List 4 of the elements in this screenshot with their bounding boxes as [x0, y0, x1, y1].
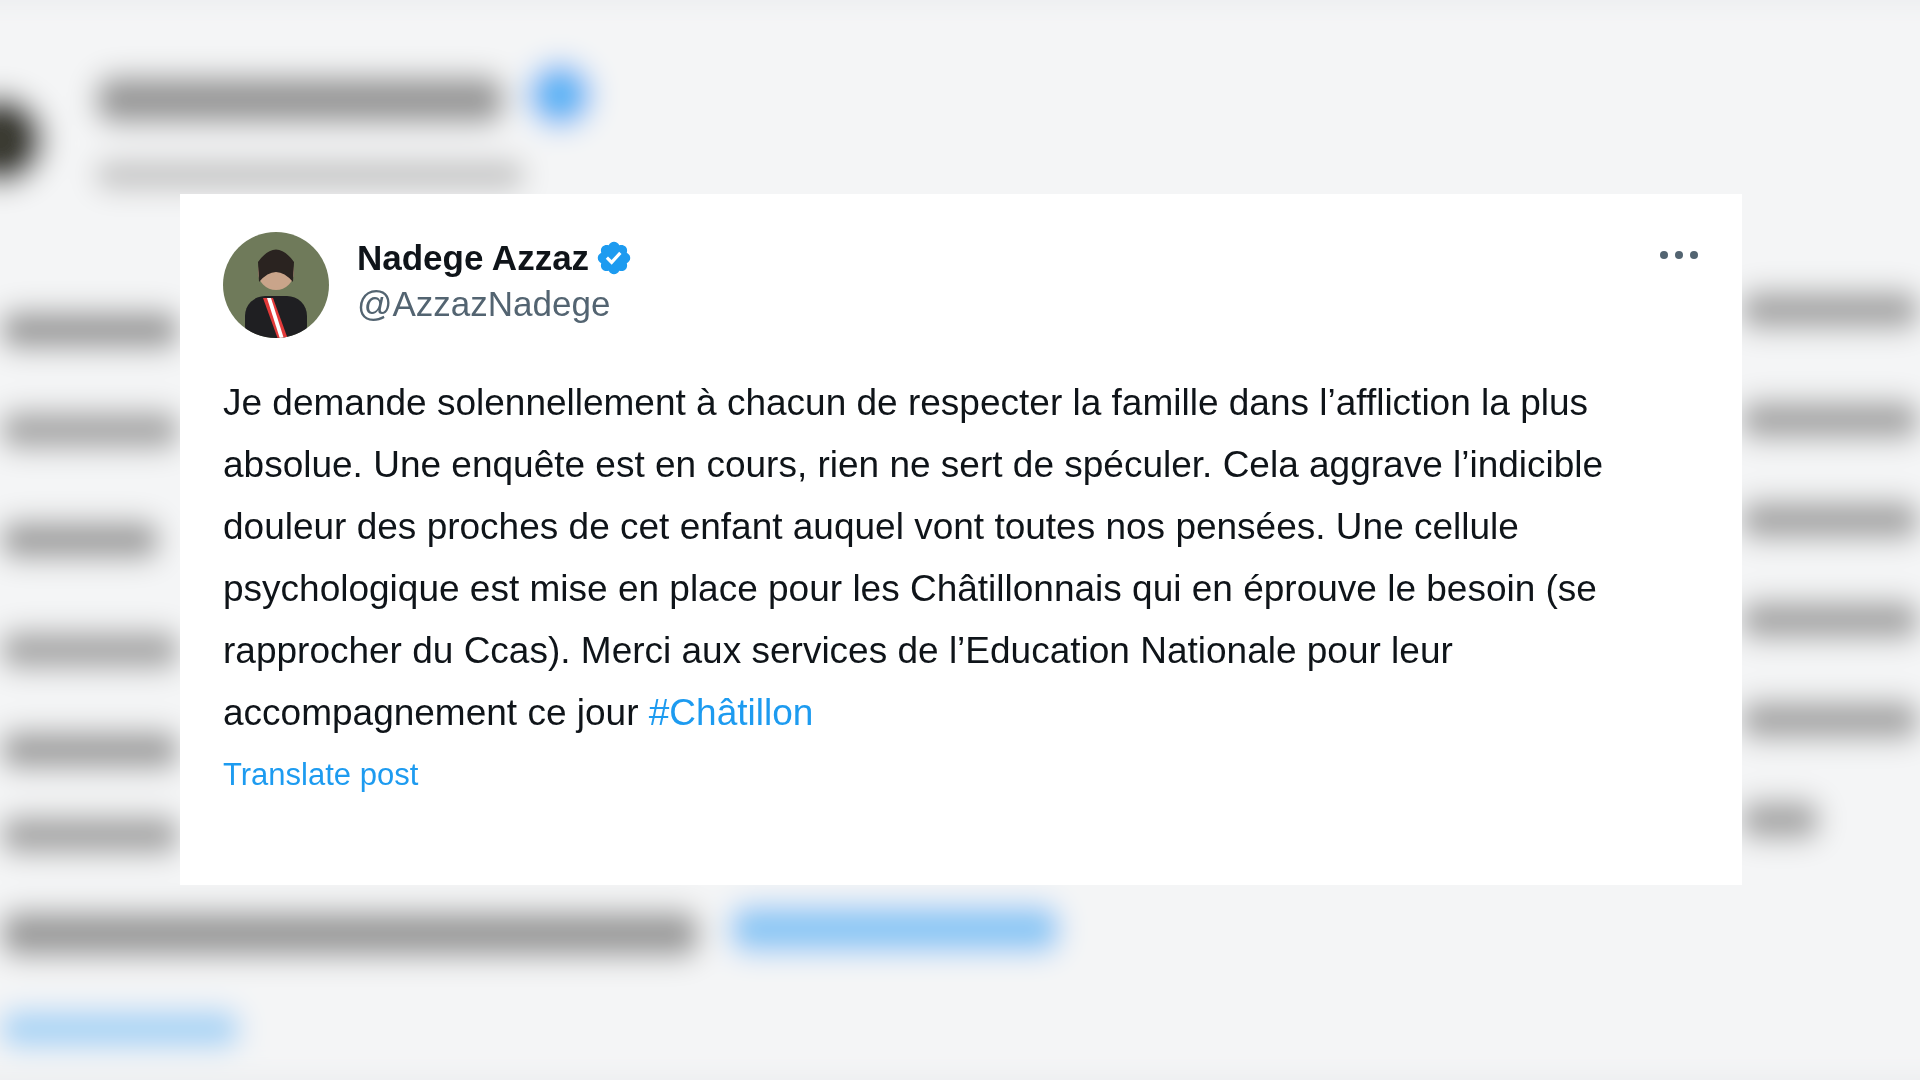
author-handle[interactable]: @AzzazNadege — [357, 281, 634, 326]
more-options-icon[interactable] — [1659, 250, 1699, 260]
author-name[interactable]: Nadege Azzaz — [357, 236, 590, 280]
post-text: Je demande solennellement à chacun de respecter la famille dans l’affliction la plus absolue. Une enquête est en cours, rien ne sert de spéculer. Cela aggrave l’indicible douleur des proches de cet enfant auquel vont toutes nos pensées. Une cellule psychologique est mise en place pour les Châtillonnais qui en éprouve le besoin (se rapprocher du Ccas). Merci aux services de l’Education Nationale pour leur accompagnement ce jour #Châtillon — [223, 381, 1605, 735]
